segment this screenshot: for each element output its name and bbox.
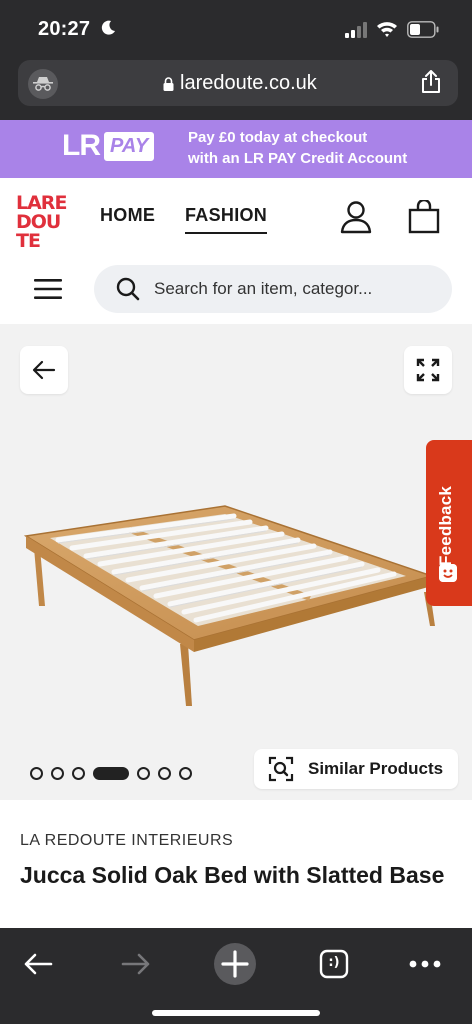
smiley-icon <box>439 564 457 582</box>
url-text: laredoute.co.uk <box>180 72 317 94</box>
tabs-icon[interactable]: :) <box>312 942 356 986</box>
status-time: 20:27 <box>38 18 91 40</box>
new-tab-icon[interactable] <box>213 942 257 986</box>
share-icon[interactable] <box>420 70 442 94</box>
url-display[interactable]: laredoute.co.uk <box>163 72 317 95</box>
back-icon[interactable] <box>16 942 60 986</box>
logo-line-3: TE <box>16 230 41 252</box>
expand-icon <box>416 358 440 382</box>
search-input[interactable] <box>154 265 439 313</box>
promo-line-2: with an LR PAY Credit Account <box>188 150 408 167</box>
fullscreen-button[interactable] <box>404 346 452 394</box>
user-icon[interactable] <box>340 200 372 234</box>
similar-products-label: Similar Products <box>308 759 444 778</box>
lr-logo-text: LR <box>62 129 101 162</box>
status-bar: 20:27 <box>0 0 472 58</box>
product-gallery[interactable]: Feedback Similar Products <box>0 324 472 800</box>
more-icon[interactable] <box>403 942 447 986</box>
incognito-icon[interactable] <box>28 69 58 99</box>
gallery-dot[interactable] <box>137 767 150 780</box>
site-header: LARE DOU TE HOME FASHION <box>0 178 472 324</box>
product-title: Jucca Solid Oak Bed with Slatted Base <box>20 862 445 888</box>
gallery-dot[interactable] <box>72 767 85 780</box>
pay-logo-text: PAY <box>104 131 155 161</box>
gallery-back-button[interactable] <box>20 346 68 394</box>
search-bar[interactable] <box>94 265 452 313</box>
gallery-dot[interactable] <box>158 767 171 780</box>
product-image <box>23 505 435 706</box>
feedback-label: Feedback <box>436 485 455 566</box>
lock-icon <box>163 76 174 91</box>
search-icon <box>116 277 140 301</box>
feedback-tab[interactable]: Feedback <box>426 440 472 606</box>
gallery-dot[interactable] <box>30 767 43 780</box>
similar-products-button[interactable]: Similar Products <box>254 749 458 789</box>
nav-fashion[interactable]: FASHION <box>185 205 268 234</box>
gallery-dot[interactable] <box>179 767 192 780</box>
visual-search-icon <box>268 756 294 782</box>
home-indicator <box>152 1010 320 1016</box>
wifi-icon <box>377 22 397 37</box>
nav-home[interactable]: HOME <box>100 205 155 226</box>
lr-pay-logo: LR PAY <box>62 129 155 163</box>
signal-icon <box>345 22 367 38</box>
forward-icon[interactable] <box>114 942 158 986</box>
site-logo[interactable]: LARE DOU TE <box>16 194 76 254</box>
product-brand[interactable]: LA REDOUTE INTERIEURS <box>20 832 233 850</box>
menu-icon[interactable] <box>34 278 62 300</box>
battery-icon <box>407 21 439 38</box>
browser-chrome: laredoute.co.uk <box>0 58 472 120</box>
promo-line-1: Pay £0 today at checkout <box>188 129 368 146</box>
moon-icon <box>101 20 115 35</box>
address-bar[interactable]: laredoute.co.uk <box>18 60 458 106</box>
gallery-dot[interactable] <box>51 767 64 780</box>
tabs-label: :) <box>328 955 340 970</box>
promo-text: Pay £0 today at checkout with an LR PAY … <box>188 127 407 169</box>
gallery-dot-active[interactable] <box>93 767 129 780</box>
bag-icon[interactable] <box>408 200 440 234</box>
promo-banner[interactable]: LR PAY Pay £0 today at checkout with an … <box>0 120 472 178</box>
gallery-pagination <box>30 767 192 780</box>
arrow-left-icon <box>32 360 56 380</box>
